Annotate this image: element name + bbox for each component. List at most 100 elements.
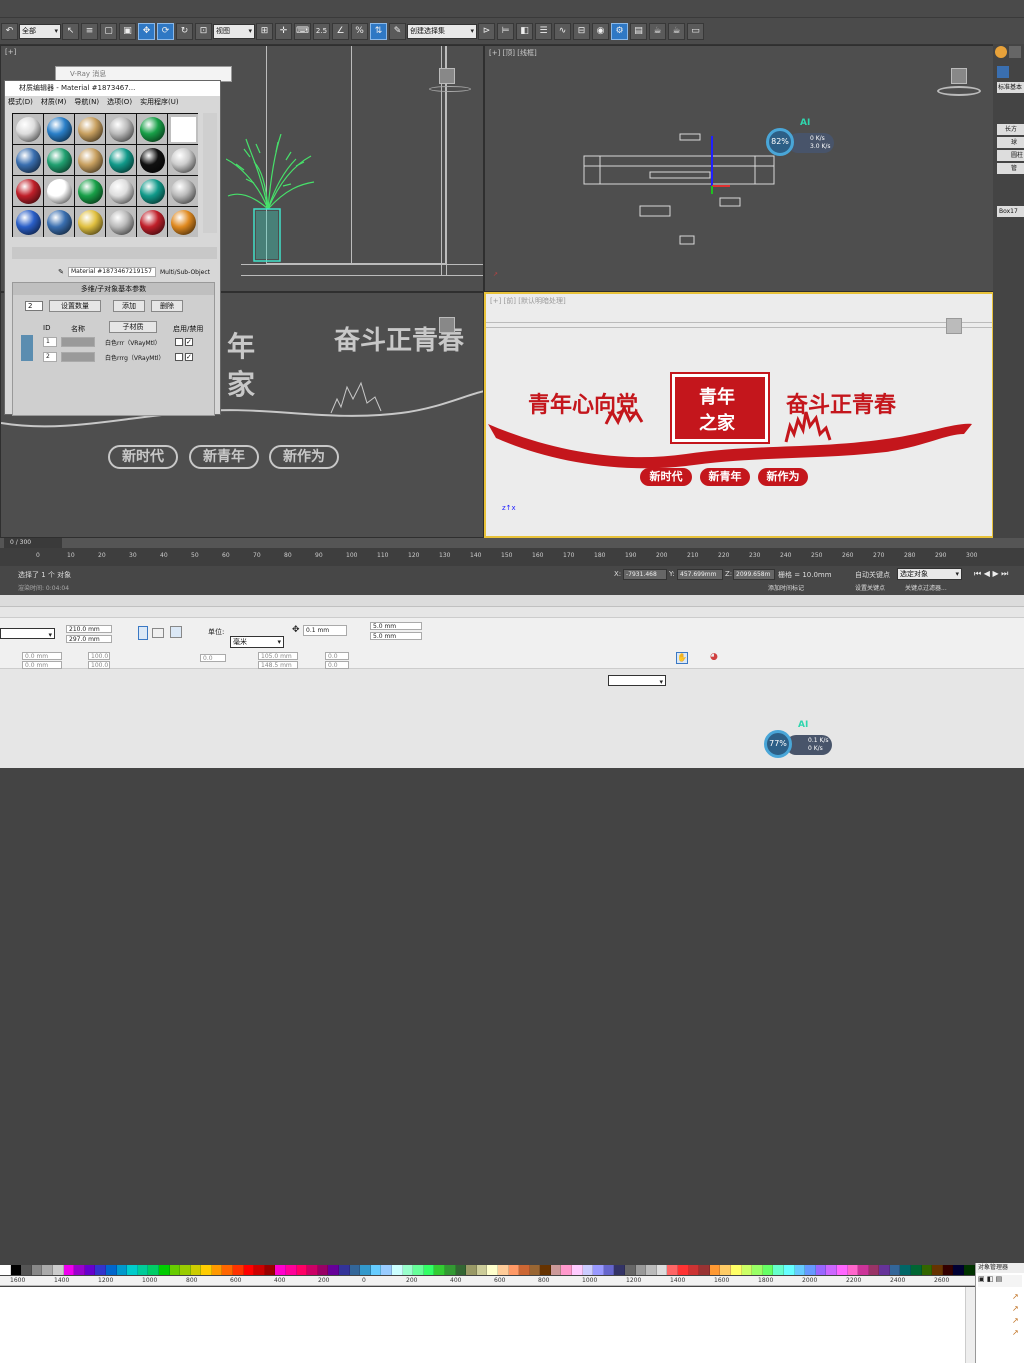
selected-object-dropdown[interactable]: 选定对象 <box>897 568 962 580</box>
material-slot[interactable] <box>44 114 74 144</box>
palette-swatch[interactable] <box>52 1265 64 1275</box>
select-manipulate-icon[interactable]: ✛ <box>275 22 292 40</box>
palette-swatch[interactable] <box>667 1265 678 1275</box>
palette-swatch[interactable] <box>519 1265 530 1275</box>
color-palette[interactable] <box>0 1265 975 1275</box>
viewcube-icon[interactable] <box>439 68 455 84</box>
palette-swatch[interactable] <box>561 1265 573 1275</box>
palette-swatch[interactable] <box>815 1265 827 1275</box>
sub-id-1[interactable]: 1 <box>43 337 57 347</box>
palette-swatch[interactable] <box>773 1265 784 1275</box>
palette-swatch[interactable] <box>243 1265 255 1275</box>
plant-model[interactable] <box>226 134 316 264</box>
material-editor-title[interactable]: 材质编辑器 - Material #1873467... <box>5 81 220 96</box>
palette-swatch[interactable] <box>201 1265 212 1275</box>
render-iterative-icon[interactable]: ▭ <box>687 22 704 40</box>
material-slot[interactable] <box>106 207 136 237</box>
palette-swatch[interactable] <box>402 1265 414 1275</box>
palette-swatch[interactable] <box>233 1265 244 1275</box>
set-key-button[interactable]: 设置关键点 <box>855 583 885 592</box>
palette-swatch[interactable] <box>847 1265 859 1275</box>
col-submaterial[interactable]: 子材质 <box>109 321 157 333</box>
material-slot[interactable] <box>137 176 167 206</box>
page-size-dropdown[interactable] <box>0 628 55 642</box>
time-slider[interactable]: 0 / 300 <box>0 538 1024 548</box>
add-time-tag[interactable]: 添加时间标记 <box>768 583 804 592</box>
viewcube-icon[interactable] <box>439 317 455 333</box>
material-editor-window[interactable]: 材质编辑器 - Material #1873467... 模式(D) 材质(M)… <box>4 80 221 416</box>
named-selection-dropdown[interactable]: 创建选择集 <box>407 23 477 39</box>
menu-navigation[interactable]: 导航(N) <box>74 96 99 108</box>
material-slot[interactable] <box>106 176 136 206</box>
portrait-icon[interactable] <box>138 626 148 640</box>
material-slot[interactable] <box>168 145 198 175</box>
val1-field[interactable]: 0.0 <box>325 652 349 660</box>
selection-filter-dropdown[interactable]: 全部 <box>19 23 61 39</box>
nudge-field[interactable]: 0.1 mm <box>303 625 347 636</box>
render-setup-icon[interactable]: ⚙ <box>611 22 628 40</box>
palette-swatch[interactable] <box>31 1265 43 1275</box>
obj-button-4[interactable]: 管 <box>997 163 1024 174</box>
palette-swatch[interactable] <box>148 1265 159 1275</box>
palette-swatch[interactable] <box>805 1265 816 1275</box>
all-pages-icon[interactable] <box>170 626 182 638</box>
palette-swatch[interactable] <box>317 1265 329 1275</box>
delete-button[interactable]: 删除 <box>151 300 183 312</box>
palette-swatch[interactable] <box>74 1265 85 1275</box>
sub-name-2[interactable] <box>61 352 95 362</box>
spinner-snap-icon[interactable]: ⇅ <box>370 22 387 40</box>
material-slot[interactable] <box>75 145 105 175</box>
material-slot[interactable] <box>13 114 43 144</box>
material-type-button[interactable]: Multi/Sub-Object <box>160 269 210 276</box>
palette-swatch[interactable] <box>116 1265 128 1275</box>
mirror-icon[interactable]: ⊳ <box>478 22 495 40</box>
layer-icon[interactable]: ◧ <box>516 22 533 40</box>
material-slot[interactable] <box>168 114 198 144</box>
size-w-field[interactable]: 105.0 mm <box>258 652 298 660</box>
palette-swatch[interactable] <box>540 1265 551 1275</box>
obj-button-2[interactable]: 球 <box>997 137 1024 148</box>
palette-swatch[interactable] <box>603 1265 615 1275</box>
viewcube-icon[interactable] <box>946 318 962 334</box>
menu-mode[interactable]: 模式(D) <box>8 96 33 108</box>
reference-coord-dropdown[interactable]: 视图 <box>213 23 255 39</box>
palette-swatch[interactable] <box>286 1265 297 1275</box>
pos-y-field[interactable]: 0.0 mm <box>22 661 62 669</box>
add-button[interactable]: 添加 <box>113 300 145 312</box>
palette-swatch[interactable] <box>656 1265 668 1275</box>
material-slot[interactable] <box>168 176 198 206</box>
material-slot[interactable] <box>137 145 167 175</box>
color-swatch[interactable] <box>175 338 183 346</box>
select-by-name-icon[interactable]: ≡ <box>81 22 98 40</box>
obj-button-1[interactable]: 长方 <box>997 124 1024 135</box>
palette-swatch[interactable] <box>529 1265 541 1275</box>
palette-swatch[interactable] <box>497 1265 509 1275</box>
color-swatch[interactable] <box>175 353 183 361</box>
palette-swatch[interactable] <box>328 1265 339 1275</box>
palette-swatch[interactable] <box>582 1265 594 1275</box>
material-slot[interactable] <box>168 207 198 237</box>
outline-dropdown[interactable] <box>608 675 666 689</box>
object-name-field[interactable]: Box17 <box>997 206 1024 217</box>
count-field[interactable]: 2 <box>25 301 43 311</box>
menu-options[interactable]: 选项(O) <box>107 96 132 108</box>
palette-swatch[interactable] <box>614 1265 626 1275</box>
sub-material-2[interactable]: 白色rrrg（VRayMtl） <box>105 353 173 362</box>
modify-tab-icon[interactable] <box>1009 46 1021 58</box>
material-slot[interactable] <box>44 176 74 206</box>
palette-swatch[interactable] <box>158 1265 170 1275</box>
viewcube-icon[interactable] <box>951 68 967 84</box>
network-badge-2[interactable]: AI 0.1 K/s 0 K/s 77% <box>764 720 836 758</box>
palette-swatch[interactable] <box>911 1265 922 1275</box>
palette-swatch[interactable] <box>423 1265 435 1275</box>
palette-swatch[interactable] <box>455 1265 467 1275</box>
angle-snap-icon[interactable]: ∠ <box>332 22 349 40</box>
angle-field[interactable]: 0.0 <box>200 654 226 662</box>
auto-key-button[interactable]: 自动关键点 <box>855 570 890 580</box>
schematic-view-icon[interactable]: ⊟ <box>573 22 590 40</box>
val2-field[interactable]: 0.0 <box>325 661 349 669</box>
palette-swatch[interactable] <box>625 1265 636 1275</box>
palette-swatch[interactable] <box>476 1265 488 1275</box>
category-dropdown[interactable]: 标准基本 <box>997 82 1024 93</box>
palette-swatch[interactable] <box>254 1265 265 1275</box>
